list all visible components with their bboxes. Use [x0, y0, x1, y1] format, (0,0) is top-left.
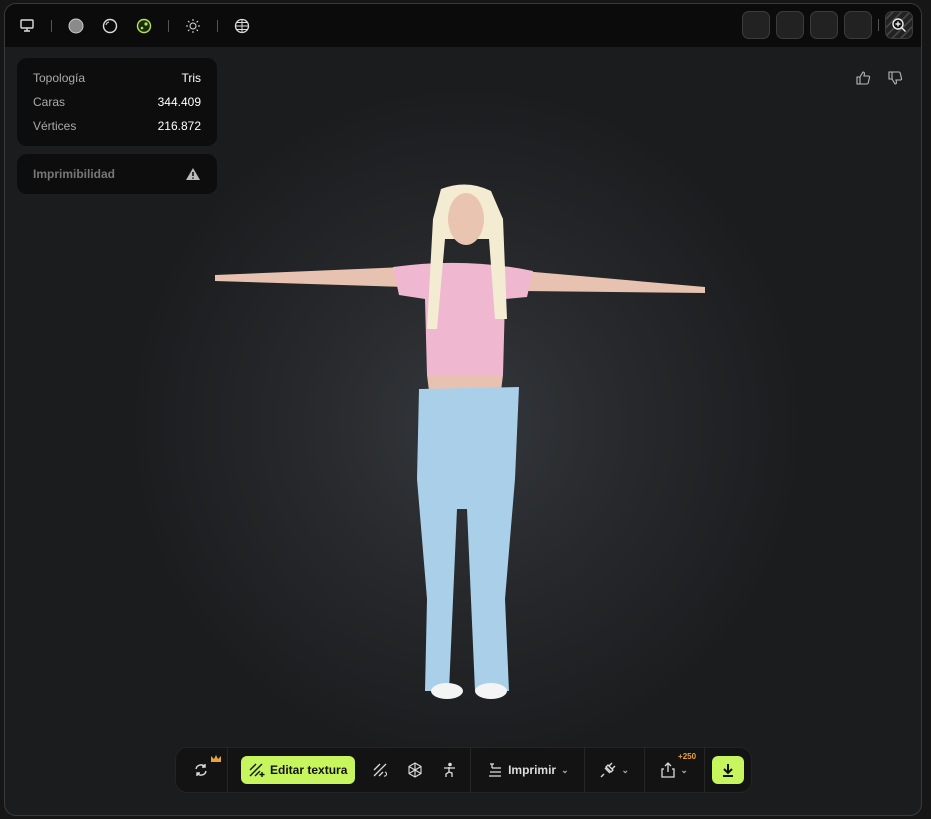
- print-group: Imprimir ⌄: [471, 748, 586, 792]
- plugin-group: ⌄: [585, 748, 646, 792]
- chevron-down-icon: ⌄: [680, 764, 688, 775]
- plug-icon: [600, 762, 616, 778]
- feedback-buttons: [855, 70, 903, 86]
- edit-texture-button[interactable]: Editar textura: [241, 756, 356, 784]
- thumbs-down-icon[interactable]: [887, 70, 903, 86]
- stat-label: Caras: [33, 95, 66, 109]
- crown-icon: [210, 755, 221, 762]
- warning-icon: [186, 168, 200, 180]
- solid-shading-icon[interactable]: [66, 16, 86, 36]
- regenerate-icon[interactable]: [193, 762, 209, 778]
- printability-panel[interactable]: Imprimibilidad: [17, 154, 217, 194]
- mesh-stats-panel: Topología Tris Caras 344.409 Vértices 216.8…: [17, 58, 217, 146]
- printer-3d-icon: [489, 763, 502, 777]
- print-label: Imprimir: [508, 763, 557, 777]
- environment-button-4[interactable]: [844, 11, 872, 39]
- divider: [168, 19, 169, 32]
- lighting-icon[interactable]: [183, 16, 203, 36]
- stat-label: Vértices: [33, 119, 77, 133]
- divider: [51, 19, 52, 32]
- print-button[interactable]: Imprimir ⌄: [487, 763, 569, 777]
- environment-button-3[interactable]: [810, 11, 838, 39]
- stat-row-faces: Caras 344.409: [17, 90, 217, 114]
- zoom-button[interactable]: [885, 11, 913, 39]
- download-button[interactable]: [712, 756, 745, 784]
- bottom-toolbar: Editar textura Imprimir ⌄ ⌄ ⌄ +250: [175, 747, 752, 793]
- texture-edit-icon: [249, 763, 265, 777]
- view-mode-bar: [5, 4, 921, 47]
- divider: [878, 19, 879, 31]
- stat-label: Topología: [33, 71, 86, 85]
- rig-icon[interactable]: [441, 762, 457, 778]
- divider: [217, 19, 218, 32]
- stat-value: Tris: [181, 71, 201, 85]
- globe-icon[interactable]: [232, 16, 252, 36]
- texture-group: Editar textura: [228, 748, 472, 792]
- texture-remix-icon[interactable]: [373, 763, 389, 777]
- stat-row-vertices: Vértices 216.872: [17, 114, 217, 138]
- environment-button-1[interactable]: [742, 11, 770, 39]
- textured-shading-icon[interactable]: [134, 16, 154, 36]
- zoom-in-icon: [892, 18, 906, 32]
- clay-shading-icon[interactable]: [100, 16, 120, 36]
- stat-row-topology: Topología Tris: [17, 66, 217, 90]
- monitor-icon[interactable]: [17, 16, 37, 36]
- thumbs-up-icon[interactable]: [855, 70, 871, 86]
- 3d-model-character[interactable]: [205, 179, 725, 704]
- share-group: ⌄ +250: [645, 748, 706, 792]
- viewer-window: Topología Tris Caras 344.409 Vértices 216.8…: [4, 3, 922, 816]
- stat-value: 216.872: [157, 119, 201, 133]
- environment-button-2[interactable]: [776, 11, 804, 39]
- chevron-down-icon: ⌄: [561, 764, 569, 775]
- plugin-button[interactable]: ⌄: [600, 762, 629, 778]
- download-icon: [723, 764, 734, 777]
- mesh-icon[interactable]: [407, 762, 423, 778]
- printability-label: Imprimibilidad: [33, 167, 116, 181]
- share-icon: [661, 762, 675, 778]
- edit-texture-label: Editar textura: [270, 763, 348, 777]
- stat-value: 344.409: [157, 95, 201, 109]
- regenerate-group: [176, 748, 228, 792]
- chevron-down-icon: ⌄: [621, 764, 629, 775]
- credits-badge: +250: [678, 752, 697, 761]
- share-button[interactable]: ⌄: [661, 762, 688, 778]
- download-group: [705, 748, 751, 792]
